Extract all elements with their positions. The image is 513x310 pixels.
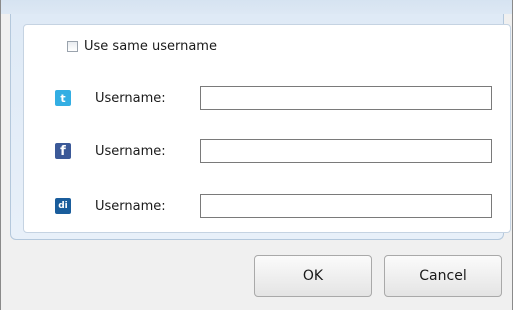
digg-icon: di [55, 198, 71, 214]
digg-username-row: di Username: [55, 194, 492, 218]
twitter-icon: t [55, 90, 71, 106]
ok-button[interactable]: OK [254, 255, 372, 297]
use-same-username-label: Use same username [84, 38, 217, 54]
facebook-icon: f [55, 143, 71, 159]
cancel-button[interactable]: Cancel [384, 255, 502, 297]
use-same-username-checkbox[interactable] [67, 40, 78, 52]
twitter-username-label: Username: [95, 90, 166, 106]
use-same-username-option[interactable]: Use same username [67, 37, 217, 55]
facebook-username-row: f Username: [55, 139, 492, 163]
twitter-username-input[interactable] [200, 86, 492, 110]
dialog-top-strip [1, 0, 512, 14]
digg-username-input[interactable] [200, 194, 492, 218]
digg-username-label: Username: [95, 198, 166, 214]
username-dialog: Use same username t Username: f Username… [0, 0, 513, 310]
facebook-username-label: Username: [95, 143, 166, 159]
facebook-username-input[interactable] [200, 139, 492, 163]
twitter-username-row: t Username: [55, 86, 492, 110]
